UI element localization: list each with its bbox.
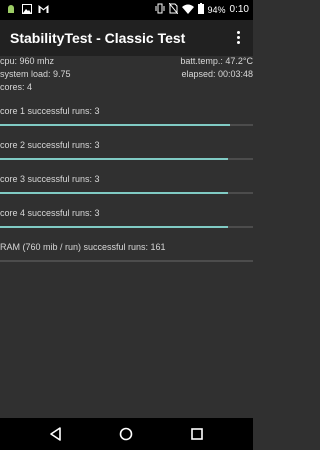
test-item-ram: RAM (760 mib / run) successful runs: 161 [0, 242, 253, 262]
info-row-load: system load: 9.75 elapsed: 00:03:48 [0, 69, 253, 82]
elapsed-time: elapsed: 00:03:48 [181, 69, 253, 79]
progress-fill [0, 158, 228, 160]
progress-bar [0, 124, 253, 126]
test-label: RAM (760 mib / run) successful runs: 161 [0, 242, 166, 252]
app-title: StabilityTest - Classic Test [10, 30, 186, 46]
cpu-frequency: cpu: 960 mhz [0, 56, 55, 66]
wifi-icon [181, 4, 194, 16]
test-label: core 2 successful runs: 3 [0, 140, 100, 150]
battery-temperature: batt.temp.: 47.2°C [180, 56, 253, 66]
overflow-menu-icon[interactable] [235, 30, 243, 48]
test-content: cpu: 960 mhz batt.temp.: 47.2°C system l… [0, 56, 253, 262]
notification-icons [6, 4, 49, 16]
home-icon[interactable] [118, 426, 134, 442]
test-label: core 4 successful runs: 3 [0, 208, 100, 218]
test-label: core 3 successful runs: 3 [0, 174, 100, 184]
test-item-core-4: core 4 successful runs: 3 [0, 208, 253, 228]
status-bar: 94% 0:10 [0, 0, 253, 20]
system-icons: 94% 0:10 [155, 2, 249, 16]
recents-icon[interactable] [189, 426, 205, 442]
battery-percent: 94% [207, 4, 226, 15]
progress-bar [0, 226, 253, 228]
progress-fill [0, 124, 231, 126]
back-icon[interactable] [48, 426, 64, 442]
info-row-cores: cores: 4 [0, 82, 253, 95]
clock: 0:10 [229, 4, 249, 15]
info-row-cpu: cpu: 960 mhz batt.temp.: 47.2°C [0, 56, 253, 69]
app-bar: StabilityTest - Classic Test [0, 20, 253, 56]
test-item-core-2: core 2 successful runs: 3 [0, 140, 253, 160]
system-load: system load: 9.75 [0, 69, 71, 79]
progress-bar [0, 158, 253, 160]
test-item-core-1: core 1 successful runs: 3 [0, 106, 253, 126]
image-icon [22, 4, 32, 16]
battery-icon [197, 3, 204, 16]
progress-fill [0, 226, 228, 228]
no-sim-icon [168, 2, 178, 16]
progress-fill [0, 192, 228, 194]
vibrate-icon [155, 3, 165, 16]
progress-bar [0, 260, 253, 262]
gmail-icon [38, 4, 49, 16]
navigation-bar [0, 418, 253, 450]
core-count: cores: 4 [0, 82, 33, 92]
android-icon [6, 4, 16, 16]
test-item-core-3: core 3 successful runs: 3 [0, 174, 253, 194]
progress-bar [0, 192, 253, 194]
test-label: core 1 successful runs: 3 [0, 106, 100, 116]
